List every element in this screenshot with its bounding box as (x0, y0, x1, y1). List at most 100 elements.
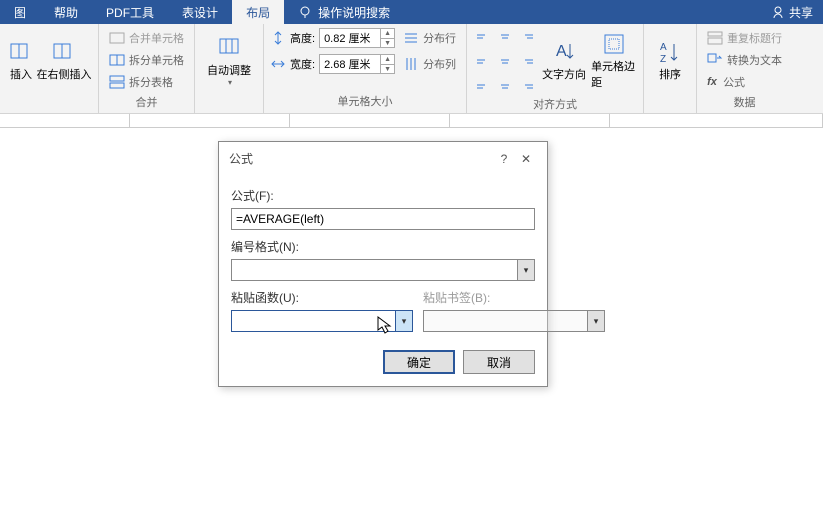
formula-label: 公式 (723, 74, 745, 90)
autofit-button[interactable]: 自动调整▾ (201, 28, 257, 94)
alignment-grid (473, 29, 537, 93)
close-button[interactable]: ✕ (515, 152, 537, 166)
group-cell-size: 高度: ▲▼ 分布行 宽度: ▲▼ 分布列 单元格大小 (264, 24, 467, 113)
dist-rows-icon (403, 30, 419, 46)
merge-cells-button[interactable]: 合并单元格 (105, 28, 188, 48)
group-alignment: A 文字方向 单元格边距 对齐方式 (467, 24, 644, 113)
ok-button[interactable]: 确定 (383, 350, 455, 374)
align-tr[interactable] (517, 29, 537, 49)
tab-layout[interactable]: 布局 (232, 0, 284, 24)
align-tc[interactable] (495, 29, 515, 49)
help-button[interactable]: ? (493, 152, 515, 166)
cell-margins-button[interactable]: 单元格边距 (591, 28, 637, 94)
paste-function-label: 粘贴函数(U): (231, 289, 413, 306)
width-up[interactable]: ▲ (380, 55, 394, 64)
width-spinner[interactable]: ▲▼ (319, 54, 395, 74)
dist-cols-icon (403, 56, 419, 72)
group-sort: AZ 排序 (644, 24, 697, 113)
insert-right-button[interactable]: 在右侧插入 (36, 28, 92, 94)
chevron-down-icon[interactable]: ▾ (587, 310, 605, 332)
convert-text-label: 转换为文本 (727, 52, 782, 68)
group-sort-label (650, 107, 690, 111)
paste-function-input[interactable] (231, 310, 395, 332)
width-down[interactable]: ▼ (380, 64, 394, 73)
distribute-rows-button[interactable]: 分布行 (399, 28, 460, 48)
cancel-button[interactable]: 取消 (463, 350, 535, 374)
sort-button[interactable]: AZ 排序 (650, 28, 690, 94)
tell-me-search[interactable]: 操作说明搜索 (284, 0, 404, 24)
paste-bookmark-label: 粘贴书签(B): (423, 289, 605, 306)
number-format-label: 编号格式(N): (231, 238, 535, 255)
svg-text:Z: Z (660, 54, 666, 64)
tab-table-design[interactable]: 表设计 (168, 0, 232, 24)
number-format-combo[interactable]: ▾ (231, 259, 535, 281)
autofit-icon (217, 36, 241, 60)
insert-right-label: 在右侧插入 (37, 66, 92, 82)
fx-icon: fx (707, 76, 723, 88)
text-direction-button[interactable]: A 文字方向 (541, 28, 587, 94)
align-ml[interactable] (473, 51, 493, 71)
text-direction-label: 文字方向 (542, 66, 586, 82)
number-format-input[interactable] (231, 259, 517, 281)
height-up[interactable]: ▲ (380, 29, 394, 38)
insert-left-icon (9, 40, 33, 64)
height-spinner[interactable]: ▲▼ (319, 28, 395, 48)
height-input[interactable] (320, 32, 380, 44)
formula-field-label: 公式(F): (231, 187, 535, 204)
split-cells-button[interactable]: 拆分单元格 (105, 50, 188, 70)
repeat-header-button[interactable]: 重复标题行 (703, 28, 786, 48)
cell-margins-label: 单元格边距 (591, 58, 637, 90)
chevron-down-icon[interactable]: ▾ (395, 310, 413, 332)
align-bl[interactable] (473, 73, 493, 93)
align-bc[interactable] (495, 73, 515, 93)
width-input[interactable] (320, 58, 380, 70)
group-data-label: 数据 (703, 92, 786, 112)
chevron-down-icon[interactable]: ▾ (517, 259, 535, 281)
tab-bar: 图 帮助 PDF工具 表设计 布局 操作说明搜索 共享 (0, 0, 823, 24)
split-table-icon (109, 74, 125, 90)
document-ruler (0, 114, 823, 128)
dist-rows-label: 分布行 (423, 30, 456, 46)
svg-text:A: A (556, 43, 567, 60)
height-down[interactable]: ▼ (380, 38, 394, 47)
align-mc[interactable] (495, 51, 515, 71)
group-autofit: 自动调整▾ (195, 24, 264, 113)
repeat-header-icon (707, 30, 723, 46)
split-label: 拆分单元格 (129, 52, 184, 68)
cell-margins-icon (602, 32, 626, 56)
group-merge-label: 合并 (105, 92, 188, 112)
merge-icon (109, 30, 125, 46)
paste-bookmark-combo[interactable]: ▾ (423, 310, 605, 332)
chevron-down-icon: ▾ (228, 78, 232, 87)
formula-input[interactable] (231, 208, 535, 230)
align-tl[interactable] (473, 29, 493, 49)
tab-help[interactable]: 帮助 (40, 0, 92, 24)
group-alignment-label: 对齐方式 (473, 94, 637, 114)
height-label: 高度: (290, 30, 315, 46)
group-data: 重复标题行 转换为文本 fx公式 数据 (697, 24, 792, 113)
tab-pdf[interactable]: PDF工具 (92, 0, 168, 24)
align-mr[interactable] (517, 51, 537, 71)
insert-left-label: 插入 (10, 66, 32, 82)
paste-bookmark-input (423, 310, 587, 332)
split-icon (109, 52, 125, 68)
width-icon (270, 56, 286, 72)
distribute-cols-button[interactable]: 分布列 (399, 54, 460, 74)
align-br[interactable] (517, 73, 537, 93)
dialog-titlebar: 公式 ? ✕ (219, 142, 547, 175)
sort-label: 排序 (659, 66, 681, 82)
share-button[interactable]: 共享 (761, 0, 823, 24)
split-table-button[interactable]: 拆分表格 (105, 72, 177, 92)
svg-text:A: A (660, 42, 667, 53)
group-insert: 插入 在右侧插入 (0, 24, 99, 113)
paste-function-combo[interactable]: ▾ (231, 310, 413, 332)
convert-text-icon (707, 52, 723, 68)
tab-view[interactable]: 图 (0, 0, 40, 24)
sort-icon: AZ (658, 40, 682, 64)
formula-button[interactable]: fx公式 (703, 72, 749, 92)
insert-left-button[interactable]: 插入 (6, 28, 36, 94)
lightbulb-icon (298, 5, 312, 19)
convert-text-button[interactable]: 转换为文本 (703, 50, 786, 70)
group-insert-label (6, 107, 92, 111)
split-table-label: 拆分表格 (129, 74, 173, 90)
